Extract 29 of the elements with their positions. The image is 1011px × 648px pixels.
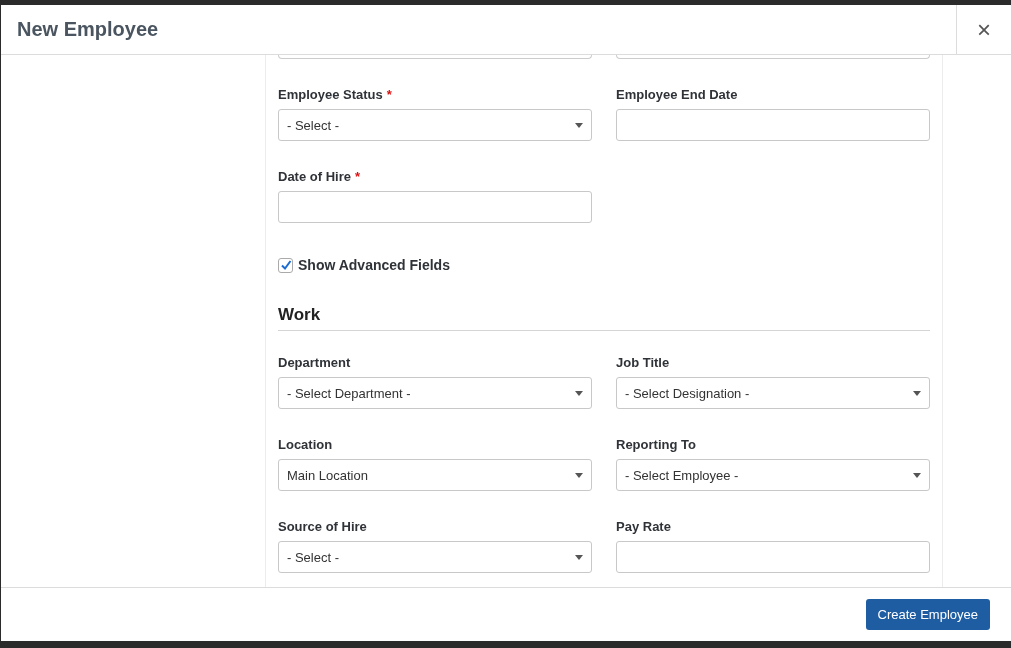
field-label: Employee End Date — [616, 87, 739, 102]
select-dropdown[interactable]: Main Location — [278, 459, 592, 491]
field-label: Employee Status * — [278, 87, 393, 102]
select-dropdown[interactable]: - Select Designation - — [616, 377, 930, 409]
field-label: Pay Rate — [616, 519, 672, 534]
field-label: Job Title — [616, 355, 671, 370]
field-label: Reporting To — [616, 437, 697, 452]
caret-icon — [575, 554, 583, 560]
caret-icon — [575, 472, 583, 478]
select-dropdown[interactable]: - Select - — [278, 109, 592, 141]
input-field[interactable] — [278, 191, 592, 223]
create-employee-button[interactable]: Create Employee — [865, 599, 990, 630]
window-title: New Employee — [16, 17, 160, 42]
caret-icon — [913, 472, 921, 478]
input-field[interactable] — [616, 109, 930, 141]
field-label: Location — [278, 437, 334, 452]
caret-icon — [575, 390, 583, 396]
section-title: Work — [278, 305, 930, 331]
checkbox-label: Show Advanced Fields — [298, 257, 450, 273]
input-field[interactable] — [616, 541, 930, 573]
select-dropdown[interactable]: - Select - — [278, 541, 592, 573]
select-dropdown[interactable]: - Select Employee - — [616, 459, 930, 491]
field-label: Department — [278, 355, 352, 370]
caret-icon — [575, 122, 583, 128]
field-label: Date of Hire * — [278, 169, 362, 184]
select-dropdown[interactable]: - Select Department - — [278, 377, 592, 409]
field-label: Source of Hire — [278, 519, 368, 534]
checkbox[interactable] — [278, 257, 293, 273]
caret-icon — [913, 390, 921, 396]
